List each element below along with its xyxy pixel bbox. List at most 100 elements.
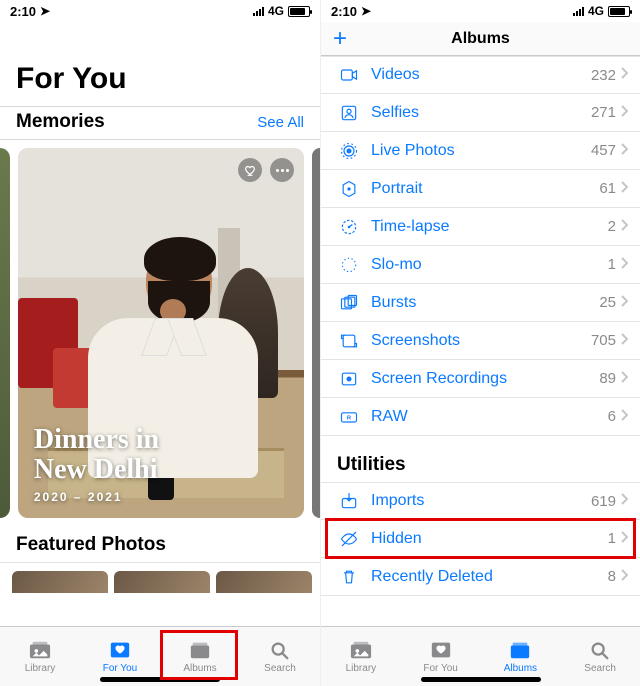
screenrec-icon [337,369,361,389]
battery-icon [288,6,310,17]
live-icon [337,141,361,161]
nav-bar: + Albums [321,22,640,56]
battery-icon [608,6,630,17]
memories-label: Memories [16,111,105,133]
album-count: 61 [599,180,616,197]
album-row-bursts[interactable]: Bursts25 [321,284,640,322]
add-button[interactable]: + [333,27,347,51]
album-label: Recently Deleted [361,568,608,586]
page-title: For You [0,22,320,106]
album-count: 8 [608,568,616,585]
chevron-right-icon [620,294,628,312]
memory-card[interactable]: Dinners inNew Delhi 2020 – 2021 [18,148,304,518]
album-row-raw[interactable]: R RAW6 [321,398,640,436]
location-icon: ➤ [40,4,50,18]
album-row-trash[interactable]: Recently Deleted8 [321,558,640,596]
album-label: Screen Recordings [361,370,599,388]
album-row-portrait[interactable]: Portrait61 [321,170,640,208]
chevron-right-icon [620,530,628,548]
memories-carousel[interactable]: Dinners inNew Delhi 2020 – 2021 [0,140,320,518]
album-label: Selfies [361,104,591,122]
imports-icon [337,491,361,511]
album-row-screenrec[interactable]: Screen Recordings89 [321,360,640,398]
album-row-selfies[interactable]: Selfies271 [321,94,640,132]
album-row-videos[interactable]: Videos232 [321,56,640,94]
location-icon: ➤ [361,4,371,18]
trash-icon [337,567,361,587]
tab-library[interactable]: Library [0,627,80,686]
status-bar: 2:10 ➤ 4G [0,0,320,22]
album-row-timelapse[interactable]: Time-lapse2 [321,208,640,246]
more-icon[interactable] [270,158,294,182]
memory-card-prev[interactable] [0,148,10,518]
album-count: 619 [591,493,616,510]
memory-card-next[interactable] [312,148,320,518]
svg-text:R: R [347,415,352,421]
chevron-right-icon [620,180,628,198]
chevron-right-icon [620,66,628,84]
album-row-live[interactable]: Live Photos457 [321,132,640,170]
status-time: 2:10 [331,4,357,19]
phone-left-foryou: 2:10 ➤ 4G For You Memories See All [0,0,320,686]
chevron-right-icon [620,568,628,586]
album-label: Portrait [361,180,599,198]
album-count: 6 [608,408,616,425]
nav-title: Albums [451,30,510,48]
home-indicator[interactable] [421,677,541,682]
favorite-icon[interactable] [238,158,262,182]
album-label: Hidden [361,530,608,548]
portrait-icon [337,179,361,199]
videos-icon [337,65,361,85]
featured-photos-row[interactable] [0,563,320,593]
album-label: Live Photos [361,142,591,160]
chevron-right-icon [620,104,628,122]
featured-thumb[interactable] [216,571,312,593]
chevron-right-icon [620,408,628,426]
chevron-right-icon [620,332,628,350]
tab-search[interactable]: Search [560,627,640,686]
memories-header: Memories See All [0,106,320,140]
signal-icon [253,6,264,16]
chevron-right-icon [620,256,628,274]
album-count: 705 [591,332,616,349]
signal-icon [573,6,584,16]
see-all-link[interactable]: See All [257,114,304,131]
timelapse-icon [337,217,361,237]
album-row-slomo[interactable]: Slo-mo1 [321,246,640,284]
chevron-right-icon [620,370,628,388]
chevron-right-icon [620,492,628,510]
status-time: 2:10 [10,4,36,19]
albums-list[interactable]: Videos232Selfies271Live Photos457Portrai… [321,56,640,686]
utilities-header: Utilities [321,436,640,482]
album-row-imports[interactable]: Imports619 [321,482,640,520]
annotation-highlight-albums-tab [160,630,238,680]
album-row-screenshots[interactable]: Screenshots705 [321,322,640,360]
album-count: 1 [608,256,616,273]
tab-search[interactable]: Search [240,627,320,686]
album-label: Videos [361,66,591,84]
selfies-icon [337,103,361,123]
album-count: 271 [591,104,616,121]
chevron-right-icon [620,142,628,160]
tab-library[interactable]: Library [321,627,401,686]
tab-bar: Library For You Albums Search [321,626,640,686]
album-count: 232 [591,67,616,84]
featured-thumb[interactable] [12,571,108,593]
album-count: 25 [599,294,616,311]
album-label: RAW [361,408,608,426]
bursts-icon [337,293,361,313]
screenshots-icon [337,331,361,351]
album-label: Bursts [361,294,599,312]
featured-photos-label: Featured Photos [0,518,320,563]
hidden-icon [337,529,361,549]
album-count: 89 [599,370,616,387]
chevron-right-icon [620,218,628,236]
featured-thumb[interactable] [114,571,210,593]
memory-caption: Dinners inNew Delhi 2020 – 2021 [34,425,288,504]
album-count: 1 [608,530,616,547]
album-row-hidden[interactable]: Hidden1 [321,520,640,558]
slomo-icon [337,255,361,275]
status-bar: 2:10 ➤ 4G [321,0,640,22]
album-count: 2 [608,218,616,235]
album-label: Screenshots [361,332,591,350]
